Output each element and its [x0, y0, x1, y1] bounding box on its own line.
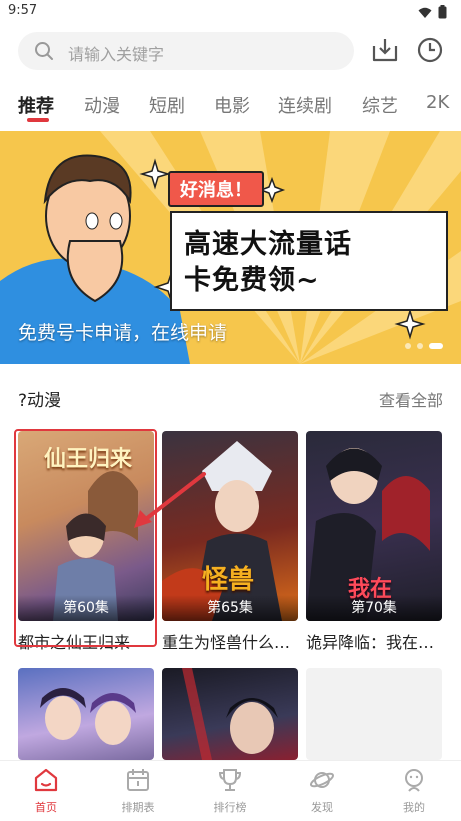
status-time: 9:57	[8, 3, 38, 18]
download-button[interactable]	[371, 36, 401, 66]
search-bar-row: 请输入关键字	[18, 32, 448, 70]
cover-art	[182, 668, 278, 760]
trophy-icon	[217, 769, 243, 797]
banner-headline-line1: 高速大流量话	[184, 229, 352, 260]
nav-discover[interactable]: 发现	[292, 767, 352, 815]
episode-label: 第65集	[162, 595, 298, 621]
search-input[interactable]: 请输入关键字	[18, 32, 354, 70]
anime-cover: 我在 第70集	[306, 431, 442, 621]
tab-recommend[interactable]: 推荐	[18, 92, 54, 118]
anime-card[interactable]: 我在 第70集 诡异降临：我在…	[306, 431, 442, 653]
history-button[interactable]	[416, 36, 446, 66]
highlight-frame	[14, 429, 157, 647]
section-title: ?动漫	[18, 391, 62, 411]
nav-schedule[interactable]: 排期表	[108, 767, 168, 815]
highlight-arrow	[134, 472, 206, 528]
tab-movie[interactable]: 电影	[214, 92, 250, 118]
nav-profile-label: 我的	[403, 801, 425, 814]
active-tab-indicator	[27, 118, 49, 122]
search-icon	[34, 41, 54, 65]
see-all-link[interactable]: 查看全部	[379, 387, 443, 411]
section-header: ?动漫 查看全部	[18, 386, 443, 411]
anime-title: 诡异降临：我在…	[306, 633, 435, 652]
anime-cover	[18, 668, 154, 760]
nav-home-label: 首页	[35, 801, 57, 814]
anime-card-placeholder[interactable]	[306, 668, 442, 760]
nav-ranking[interactable]: 排行榜	[200, 767, 260, 815]
tab-anime[interactable]: 动漫	[84, 92, 120, 118]
banner-badge: 好消息！	[168, 171, 264, 207]
clock-icon	[416, 37, 444, 68]
anime-card[interactable]: 怪兽 第65集 重生为怪兽什么…	[162, 431, 298, 653]
download-icon	[371, 39, 399, 68]
planet-icon	[309, 772, 335, 797]
status-bar: 9:57	[0, 0, 461, 24]
wifi-icon	[418, 4, 432, 23]
anime-cover-placeholder	[306, 668, 442, 760]
battery-icon	[438, 4, 447, 23]
anime-card[interactable]	[18, 668, 154, 760]
tab-2k[interactable]: 2K	[426, 92, 449, 113]
cover-title: 怪兽	[202, 565, 255, 595]
tab-short-drama[interactable]: 短剧	[149, 92, 185, 118]
nav-home[interactable]: 首页	[16, 767, 76, 815]
promo-banner[interactable]: 好消息！ 高速大流量话 卡免费领~ 免费号卡申请，在线申请	[0, 131, 461, 364]
home-icon	[33, 768, 59, 797]
search-placeholder: 请输入关键字	[68, 45, 165, 64]
bottom-navigation: 首页 排期表 排行榜 发现 我的	[0, 760, 461, 821]
tab-series[interactable]: 连续剧	[278, 92, 332, 118]
user-icon	[401, 769, 427, 797]
nav-discover-label: 发现	[311, 801, 333, 814]
tab-variety[interactable]: 综艺	[362, 92, 398, 118]
banner-headline-line2: 卡免费领~	[184, 265, 320, 296]
category-tabs: 推荐 动漫 短剧 电影 连续剧 综艺 2K	[0, 88, 461, 128]
nav-profile[interactable]: 我的	[384, 767, 444, 815]
nav-schedule-label: 排期表	[121, 801, 155, 814]
anime-title: 重生为怪兽什么…	[162, 633, 291, 652]
cover-art	[40, 688, 136, 745]
anime-card[interactable]	[162, 668, 298, 760]
episode-label: 第70集	[306, 595, 442, 621]
pagination-dot-active[interactable]	[429, 343, 443, 349]
pagination-dot[interactable]	[417, 343, 423, 349]
calendar-icon	[125, 769, 151, 797]
banner-headline: 高速大流量话 卡免费领~	[170, 211, 448, 311]
pagination-dot[interactable]	[405, 343, 411, 349]
banner-caption: 免费号卡申请，在线申请	[18, 322, 228, 344]
nav-ranking-label: 排行榜	[213, 801, 247, 814]
anime-cover	[162, 668, 298, 760]
banner-pagination	[405, 343, 443, 349]
